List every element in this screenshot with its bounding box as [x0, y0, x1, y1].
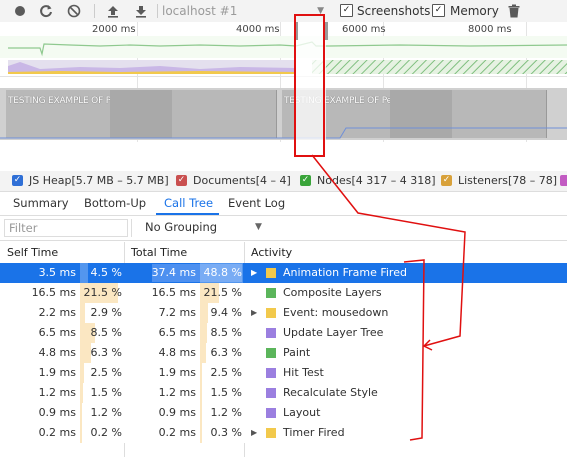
annotation-arrows — [311, 154, 466, 441]
